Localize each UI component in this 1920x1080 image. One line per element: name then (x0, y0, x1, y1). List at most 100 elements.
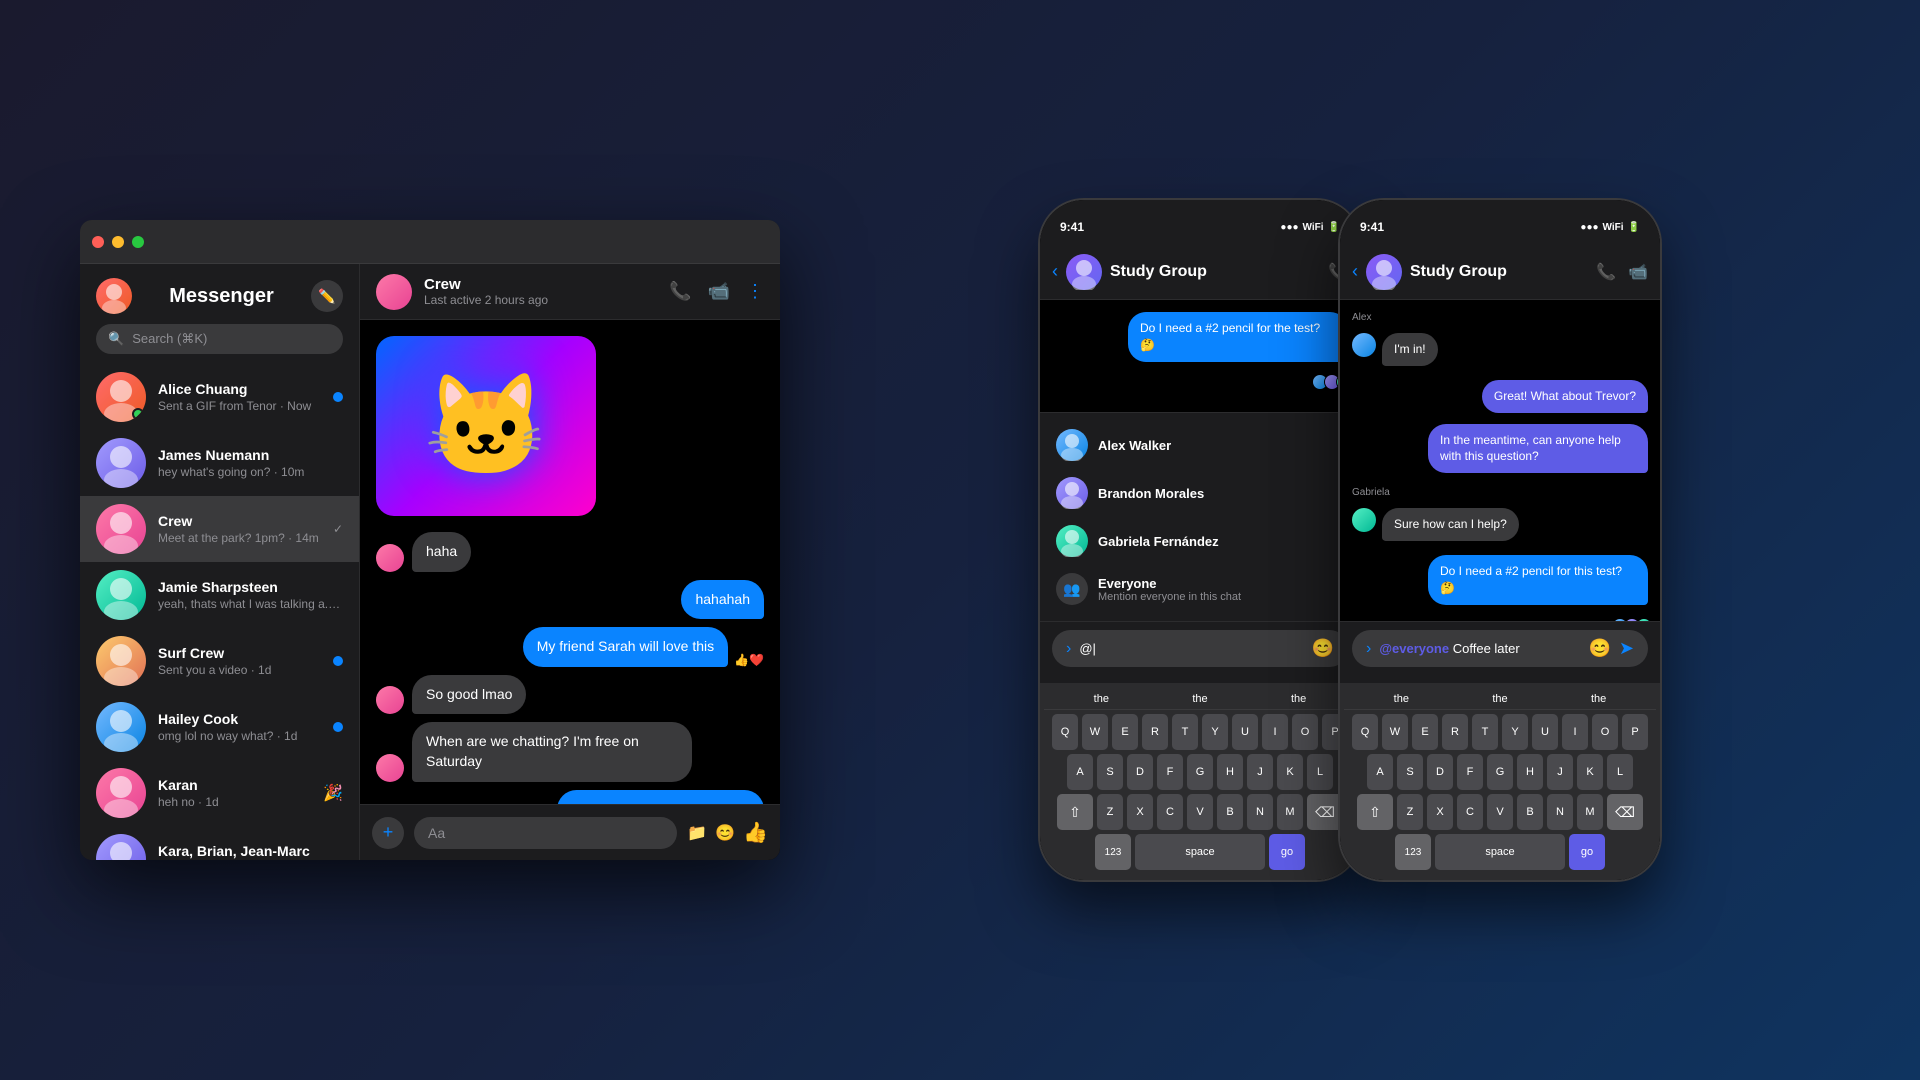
p2-key-T[interactable]: T (1472, 714, 1498, 750)
conv-item-kara[interactable]: Kara, Brian, Jean-Marc pedanticalice sen… (80, 826, 359, 860)
user-avatar[interactable] (96, 278, 132, 314)
key-Y[interactable]: Y (1202, 714, 1228, 750)
mention-item-everyone[interactable]: 👥 Everyone Mention everyone in this chat (1040, 565, 1360, 613)
phone-2-video-icon[interactable]: 📹 (1628, 262, 1648, 282)
key-M[interactable]: M (1277, 794, 1303, 830)
p2-key-B[interactable]: B (1517, 794, 1543, 830)
p2-key-go[interactable]: go (1569, 834, 1605, 870)
p2-key-D[interactable]: D (1427, 754, 1453, 790)
p2-key-C[interactable]: C (1457, 794, 1483, 830)
key-E[interactable]: E (1112, 714, 1138, 750)
conv-item-hailey[interactable]: Hailey Cook omg lol no way what? · 1d (80, 694, 359, 760)
mention-sub-everyone: Mention everyone in this chat (1098, 591, 1344, 603)
p2-key-Q[interactable]: Q (1352, 714, 1378, 750)
p2-key-L[interactable]: L (1607, 754, 1633, 790)
key-A[interactable]: A (1067, 754, 1093, 790)
p2-key-delete[interactable]: ⌫ (1607, 794, 1643, 830)
gif-icon[interactable]: 📁 (687, 823, 707, 843)
p2-key-Z[interactable]: Z (1397, 794, 1423, 830)
back-button[interactable]: ‹ (1052, 261, 1058, 282)
key-W[interactable]: W (1082, 714, 1108, 750)
p2-key-N[interactable]: N (1547, 794, 1573, 830)
key-123[interactable]: 123 (1095, 834, 1131, 870)
key-T[interactable]: T (1172, 714, 1198, 750)
p2-key-V[interactable]: V (1487, 794, 1513, 830)
conv-item-james[interactable]: James Nuemann hey what's going on? · 10m (80, 430, 359, 496)
like-button[interactable]: 👍 (743, 820, 768, 845)
key-B[interactable]: B (1217, 794, 1243, 830)
p2-key-P[interactable]: P (1622, 714, 1648, 750)
maximize-dot[interactable] (132, 236, 144, 248)
p2-key-space[interactable]: space (1435, 834, 1565, 870)
key-delete[interactable]: ⌫ (1307, 794, 1343, 830)
message-input[interactable]: Aa (414, 817, 677, 849)
conv-name-surf: Surf Crew (158, 645, 321, 661)
p2-key-Y[interactable]: Y (1502, 714, 1528, 750)
close-dot[interactable] (92, 236, 104, 248)
p2-key-W[interactable]: W (1382, 714, 1408, 750)
mention-item-gabriela[interactable]: Gabriela Fernández (1040, 517, 1360, 565)
key-R[interactable]: R (1142, 714, 1168, 750)
conv-item-crew[interactable]: Crew Meet at the park? 1pm? · 14m ✓ (80, 496, 359, 562)
p2-key-H[interactable]: H (1517, 754, 1543, 790)
p2-key-U[interactable]: U (1532, 714, 1558, 750)
p2-key-X[interactable]: X (1427, 794, 1453, 830)
phone-2-send-button[interactable]: ➤ (1619, 638, 1634, 659)
key-U[interactable]: U (1232, 714, 1258, 750)
add-button[interactable]: + (372, 817, 404, 849)
key-H[interactable]: H (1217, 754, 1243, 790)
p2-key-J[interactable]: J (1547, 754, 1573, 790)
p2-key-E[interactable]: E (1412, 714, 1438, 750)
p2-key-A[interactable]: A (1367, 754, 1393, 790)
p2-key-O[interactable]: O (1592, 714, 1618, 750)
phone-2-back-button[interactable]: ‹ (1352, 261, 1358, 282)
key-K[interactable]: K (1277, 754, 1303, 790)
p2-key-G[interactable]: G (1487, 754, 1513, 790)
p2-key-M[interactable]: M (1577, 794, 1603, 830)
key-N[interactable]: N (1247, 794, 1273, 830)
p2-key-123[interactable]: 123 (1395, 834, 1431, 870)
more-options-icon[interactable]: ⋮ (746, 281, 764, 302)
p2-key-shift[interactable]: ⇧ (1357, 794, 1393, 830)
phone-1-emoji-button[interactable]: 😊 (1312, 638, 1334, 659)
compose-button[interactable]: ✏️ (311, 280, 343, 312)
key-V[interactable]: V (1187, 794, 1213, 830)
mention-item-brandon[interactable]: Brandon Morales (1040, 469, 1360, 517)
key-D[interactable]: D (1127, 754, 1153, 790)
phone-1-input-bar[interactable]: › @| 😊 (1052, 630, 1348, 667)
mention-item-alex[interactable]: Alex Walker (1040, 421, 1360, 469)
key-X[interactable]: X (1127, 794, 1153, 830)
p2-key-R[interactable]: R (1442, 714, 1468, 750)
key-shift[interactable]: ⇧ (1057, 794, 1093, 830)
key-O[interactable]: O (1292, 714, 1318, 750)
phone-1-input-text[interactable]: @| (1079, 641, 1303, 656)
phone-2-call-icon[interactable]: 📞 (1596, 262, 1616, 282)
conv-item-jamie[interactable]: Jamie Sharpsteen yeah, thats what I was … (80, 562, 359, 628)
p2-key-F[interactable]: F (1457, 754, 1483, 790)
p2-key-K[interactable]: K (1577, 754, 1603, 790)
key-Q[interactable]: Q (1052, 714, 1078, 750)
p2-key-I[interactable]: I (1562, 714, 1588, 750)
key-I[interactable]: I (1262, 714, 1288, 750)
conv-item-surf[interactable]: Surf Crew Sent you a video · 1d (80, 628, 359, 694)
conv-item-karan[interactable]: Karan heh no · 1d 🎉 (80, 760, 359, 826)
minimize-dot[interactable] (112, 236, 124, 248)
key-L[interactable]: L (1307, 754, 1333, 790)
conv-item-alice[interactable]: Alice Chuang Sent a GIF from Tenor · Now (80, 364, 359, 430)
key-go[interactable]: go (1269, 834, 1305, 870)
p2-key-S[interactable]: S (1397, 754, 1423, 790)
phone-2-input-bar[interactable]: › @everyone Coffee later 😊 ➤ (1352, 630, 1648, 667)
key-space[interactable]: space (1135, 834, 1265, 870)
key-Z[interactable]: Z (1097, 794, 1123, 830)
video-call-icon[interactable]: 📹 (708, 281, 730, 302)
phone-2-emoji-button[interactable]: 😊 (1588, 638, 1610, 659)
phone-2-input-text[interactable]: @everyone Coffee later (1379, 641, 1580, 656)
key-J[interactable]: J (1247, 754, 1273, 790)
key-F[interactable]: F (1157, 754, 1183, 790)
key-C[interactable]: C (1157, 794, 1183, 830)
key-S[interactable]: S (1097, 754, 1123, 790)
emoji-icon[interactable]: 😊 (715, 823, 735, 843)
key-G[interactable]: G (1187, 754, 1213, 790)
phone-call-icon[interactable]: 📞 (669, 281, 691, 302)
search-bar[interactable]: 🔍 Search (⌘K) (96, 324, 343, 354)
